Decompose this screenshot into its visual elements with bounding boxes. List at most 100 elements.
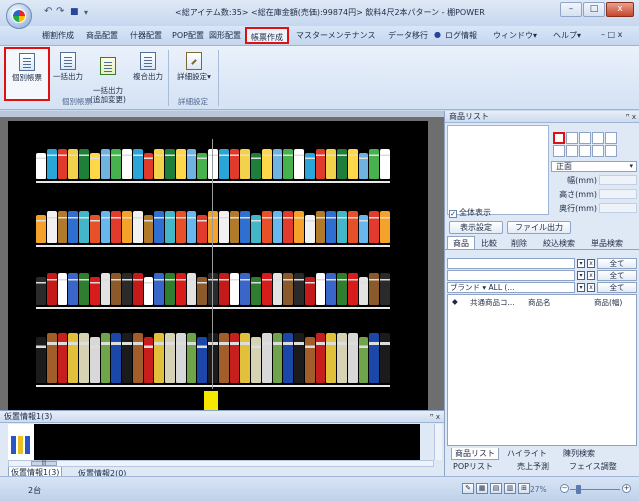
shelf-row[interactable] [36, 149, 390, 179]
zoom-in-icon[interactable]: + [622, 484, 631, 493]
product-facing[interactable] [122, 273, 132, 305]
product-facing[interactable] [100, 273, 111, 305]
product-facing[interactable] [186, 211, 197, 243]
product-facing[interactable] [294, 211, 304, 243]
product-facing[interactable] [197, 153, 207, 179]
product-facing[interactable] [165, 333, 175, 383]
product-facing[interactable] [57, 211, 68, 243]
product-facing[interactable] [294, 273, 304, 305]
product-facing[interactable] [304, 337, 315, 383]
panel-pin-close-icon[interactable]: ꟸ x [626, 112, 636, 123]
product-facing[interactable] [240, 333, 250, 383]
product-facing[interactable] [36, 337, 46, 383]
product-facing[interactable] [337, 333, 347, 383]
product-facing[interactable] [36, 277, 46, 305]
product-facing[interactable] [251, 153, 261, 179]
product-facing[interactable] [283, 211, 293, 243]
menu-shohin-haichi[interactable]: 商品配置 [86, 30, 118, 41]
product-facing[interactable] [165, 149, 175, 179]
product-facing[interactable] [337, 211, 347, 243]
product-facing[interactable] [218, 211, 229, 243]
show-all-checkbox[interactable]: ✓ 全体表示 [449, 207, 491, 218]
product-facing[interactable] [229, 333, 240, 383]
menu-pop-haichi[interactable]: POP配置 [172, 30, 204, 41]
temporary-items-strip[interactable] [8, 424, 420, 460]
product-facing[interactable] [197, 337, 207, 383]
customize-qat-icon[interactable]: ▾ [84, 8, 88, 17]
product-facing[interactable] [79, 273, 89, 305]
product-facing[interactable] [261, 333, 272, 383]
product-facing[interactable] [218, 273, 229, 305]
product-facing[interactable] [165, 273, 175, 305]
filter-2-all-button[interactable]: 全て [597, 270, 637, 281]
minimize-button[interactable]: – [560, 2, 582, 17]
product-facing[interactable] [218, 333, 229, 383]
product-facing[interactable] [46, 149, 57, 179]
face-direction-select[interactable]: 正面 ▾ [551, 161, 637, 172]
product-facing[interactable] [358, 337, 369, 383]
menu-zukei-haichi[interactable]: 図形配置 [209, 30, 241, 41]
brand-all-button[interactable]: 全て [597, 282, 637, 293]
redo-icon[interactable]: ↷ [56, 6, 64, 17]
product-facing[interactable] [68, 273, 78, 305]
vertical-scrollbar[interactable] [434, 424, 442, 460]
product-facing[interactable] [46, 333, 57, 383]
product-facing[interactable] [79, 211, 89, 243]
product-facing[interactable] [143, 337, 154, 383]
tab-sales-forecast[interactable]: 売上予測 [517, 461, 549, 472]
list-header-name[interactable]: 商品名 [528, 297, 551, 308]
tab-sakujo[interactable]: 削除 [511, 238, 527, 249]
file-output-button[interactable]: ファイル出力 [507, 221, 571, 234]
product-facing[interactable] [175, 273, 186, 305]
face-grid-cell[interactable] [592, 145, 604, 157]
product-facing[interactable] [272, 333, 283, 383]
product-facing[interactable] [294, 333, 304, 383]
product-facing[interactable] [89, 337, 100, 383]
face-grid-cell-selected[interactable] [553, 132, 565, 144]
product-facing[interactable] [261, 211, 272, 243]
shelf-row[interactable] [36, 333, 390, 383]
product-facing[interactable] [132, 273, 143, 305]
product-facing[interactable] [369, 149, 379, 179]
product-facing[interactable] [326, 273, 336, 305]
shosai-settei-button[interactable]: 詳細設定▾ [174, 52, 214, 81]
product-facing[interactable] [111, 333, 121, 383]
product-facing[interactable] [175, 211, 186, 243]
product-facing[interactable] [347, 149, 358, 179]
menu-tana-sakusei[interactable]: 棚割作成 [42, 30, 74, 41]
product-facing[interactable] [68, 211, 78, 243]
product-facing[interactable] [46, 211, 57, 243]
product-facing[interactable] [315, 149, 326, 179]
product-facing[interactable] [143, 153, 154, 179]
face-grid-cell[interactable] [579, 132, 591, 144]
product-facing[interactable] [294, 149, 304, 179]
product-facing[interactable] [380, 273, 390, 305]
product-facing[interactable] [229, 273, 240, 305]
product-facing[interactable] [251, 337, 261, 383]
app-orb-button[interactable] [6, 3, 32, 29]
close-button[interactable]: x [606, 2, 634, 17]
product-facing[interactable] [240, 211, 250, 243]
product-facing[interactable] [197, 215, 207, 243]
product-facing[interactable] [240, 273, 250, 305]
product-facing[interactable] [197, 277, 207, 305]
product-facing[interactable] [100, 333, 111, 383]
tab-face-adjust[interactable]: フェイス調整 [569, 461, 617, 472]
close-icon[interactable]: x [587, 259, 595, 268]
product-facing[interactable] [315, 333, 326, 383]
product-facing[interactable] [347, 211, 358, 243]
face-grid-cell[interactable] [592, 132, 604, 144]
product-facing[interactable] [154, 333, 164, 383]
product-facing[interactable] [272, 211, 283, 243]
product-facing[interactable] [154, 211, 164, 243]
product-facing[interactable] [122, 149, 132, 179]
product-facing[interactable] [154, 273, 164, 305]
kobetsu-chohyo-button[interactable]: 個別帳票 [4, 47, 50, 101]
filter-1-field[interactable] [447, 258, 575, 269]
product-facing[interactable] [100, 149, 111, 179]
product-facing[interactable] [57, 273, 68, 305]
product-facing[interactable] [261, 149, 272, 179]
product-facing[interactable] [143, 215, 154, 243]
product-facing[interactable] [347, 273, 358, 305]
face-grid-cell[interactable] [605, 132, 617, 144]
